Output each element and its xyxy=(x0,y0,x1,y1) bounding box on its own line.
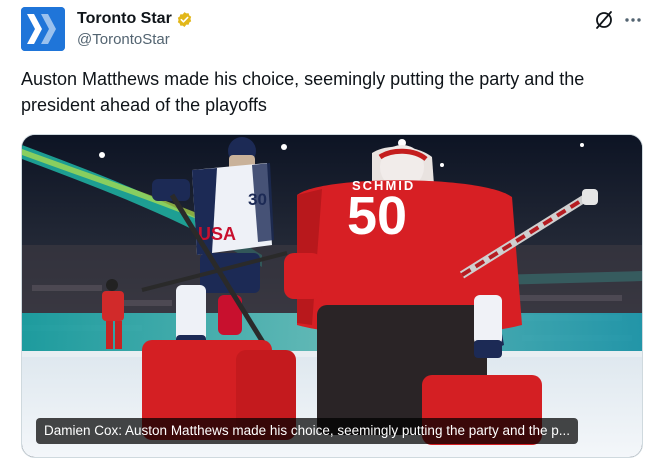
grok-icon[interactable] xyxy=(594,10,614,30)
account-name-row[interactable]: Toronto Star xyxy=(77,9,193,29)
account-display-name[interactable]: Toronto Star xyxy=(77,10,172,28)
tweet-media-photo[interactable]: 30 USA 50 SCHMID Damien Cox: Auston Matt… xyxy=(21,134,643,458)
more-options-icon[interactable] xyxy=(622,10,644,30)
verified-badge-icon xyxy=(176,11,193,28)
player-jersey-letters: USA xyxy=(198,224,236,244)
account-handle[interactable]: @TorontoStar xyxy=(77,31,170,48)
toronto-star-logo-icon xyxy=(21,7,65,51)
svg-text:SCHMID: SCHMID xyxy=(352,178,415,193)
player-jersey-number: 30 xyxy=(248,190,267,209)
media-caption[interactable]: Damien Cox: Auston Matthews made his cho… xyxy=(36,418,579,444)
hockey-photo: 30 USA 50 SCHMID xyxy=(22,135,642,457)
tweet-card[interactable]: Toronto Star @TorontoStar Auston Matthew… xyxy=(0,0,657,467)
goalie-jersey-number: 50 xyxy=(347,186,407,246)
tweet-text: Auston Matthews made his choice, seeming… xyxy=(21,69,585,115)
account-avatar[interactable] xyxy=(21,7,65,51)
